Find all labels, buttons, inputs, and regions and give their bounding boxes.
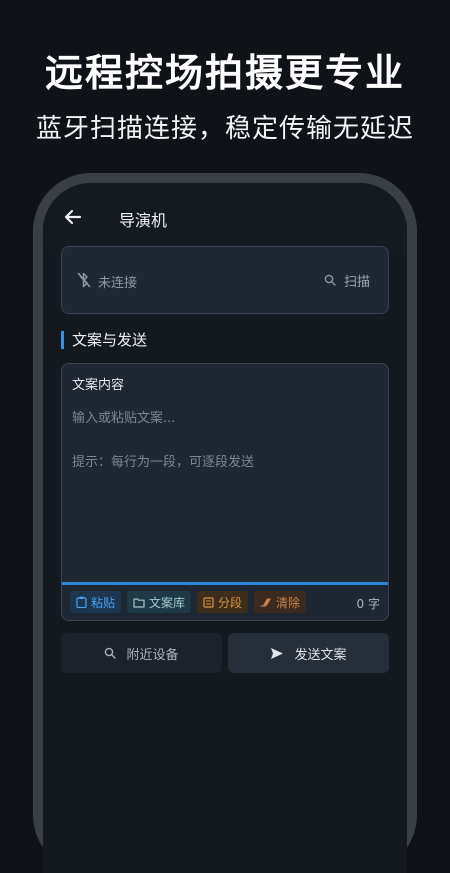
script-library-label: 文案库 — [149, 595, 186, 610]
send-script-label: 发送文案 — [294, 647, 347, 663]
phone-frame: 导演机 未连接 扫描 文案与发送 文案内容 输入或粘贴文案... 提示：每行为一… — [33, 173, 417, 873]
nearby-devices-label: 附近设备 — [126, 647, 179, 663]
connection-status: 未连接 — [98, 276, 138, 291]
arrow-left-icon — [63, 207, 83, 227]
app-bar: 导演机 — [43, 183, 407, 253]
clear-label: 清除 — [276, 595, 301, 610]
split-label: 分段 — [218, 595, 243, 610]
nearby-devices-button[interactable]: 附近设备 — [61, 633, 222, 673]
editor-toolbar: 粘贴 文案库 分段 清除 — [70, 591, 307, 615]
paste-label: 粘贴 — [91, 595, 116, 610]
script-editor-card[interactable]: 文案内容 输入或粘贴文案... 提示：每行为一段，可逐段发送 粘贴 文案库 分段… — [61, 363, 389, 621]
editor-label: 文案内容 — [72, 378, 125, 393]
editor-focus-indicator — [62, 582, 388, 585]
script-textarea[interactable]: 输入或粘贴文案... 提示：每行为一段，可逐段发送 — [72, 408, 254, 474]
scan-label: 扫描 — [343, 274, 370, 290]
app-screen: 导演机 未连接 扫描 文案与发送 文案内容 输入或粘贴文案... 提示：每行为一… — [43, 183, 407, 873]
bluetooth-disabled-icon — [76, 271, 92, 289]
page-title: 导演机 — [119, 211, 168, 230]
promo-banner: 远程控场拍摄更专业 蓝牙扫描连接，稳定传输无延迟 — [0, 0, 450, 175]
split-icon — [203, 596, 214, 608]
send-script-button[interactable]: 发送文案 — [228, 633, 389, 673]
promo-subtitle: 蓝牙扫描连接，稳定传输无延迟 — [35, 114, 414, 144]
split-button[interactable]: 分段 — [197, 591, 249, 613]
eraser-icon — [260, 597, 272, 607]
connection-card: 未连接 扫描 — [61, 246, 389, 314]
search-icon — [104, 647, 117, 659]
paste-button[interactable]: 粘贴 — [70, 591, 122, 613]
script-library-button[interactable]: 文案库 — [127, 591, 192, 613]
clipboard-icon — [76, 596, 87, 608]
promo-title: 远程控场拍摄更专业 — [44, 51, 405, 95]
search-icon — [324, 274, 336, 286]
back-button[interactable] — [59, 203, 87, 231]
scan-button[interactable]: 扫描 — [324, 269, 370, 291]
folder-icon — [133, 597, 145, 608]
send-icon — [270, 647, 284, 660]
char-count: 0 字 — [356, 597, 380, 611]
clear-button[interactable]: 清除 — [254, 591, 307, 613]
section-title: 文案与发送 — [61, 331, 147, 349]
